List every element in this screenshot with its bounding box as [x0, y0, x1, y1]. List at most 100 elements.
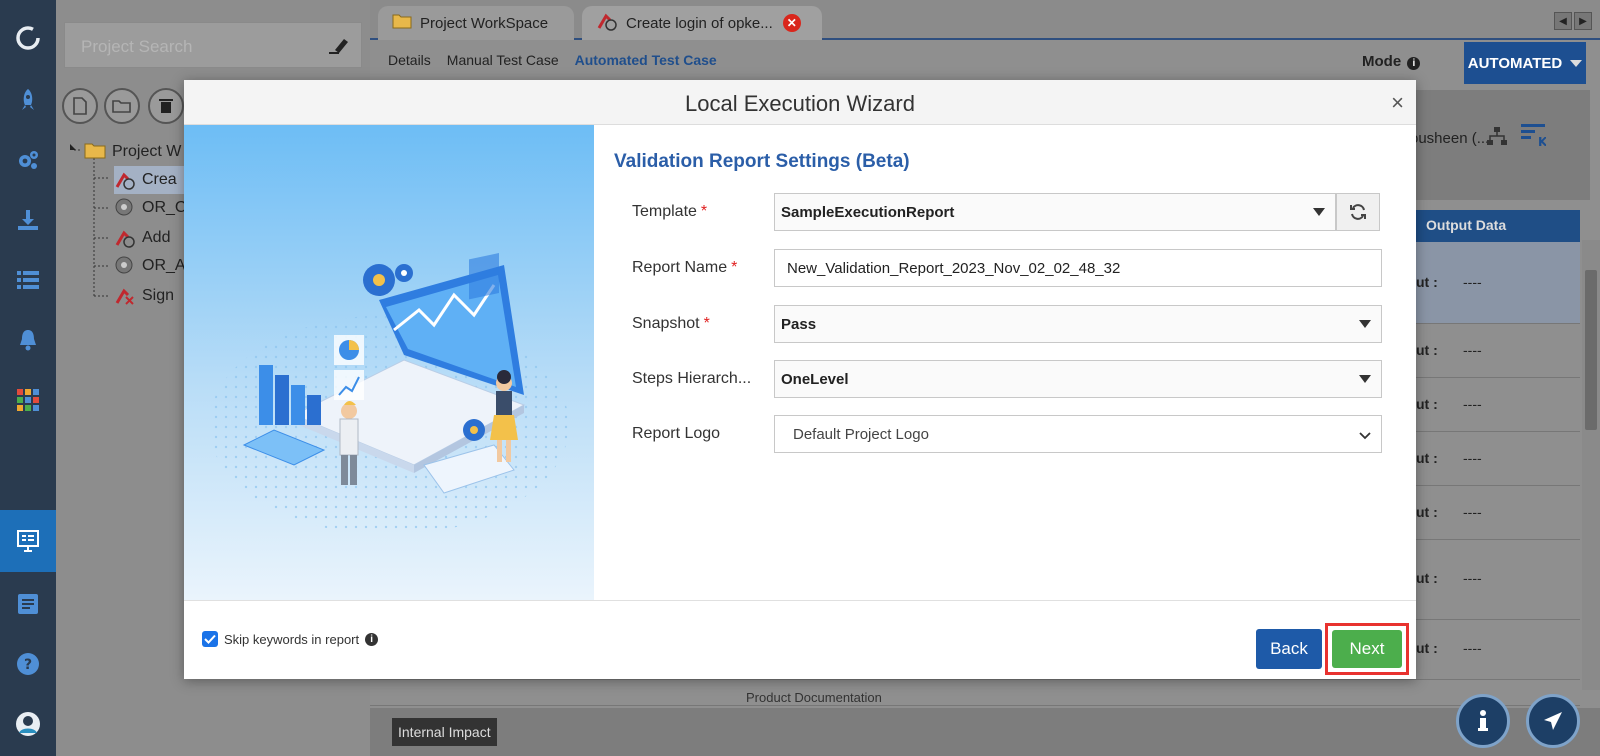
svg-text:K: K	[1538, 135, 1546, 148]
out-label: ut :	[1416, 504, 1438, 520]
grid-scrollbar[interactable]	[1582, 240, 1600, 690]
out-value: ----	[1463, 570, 1482, 586]
template-value: SampleExecutionReport	[781, 203, 955, 221]
tab-testcase[interactable]: Create login of opke... ✕	[582, 6, 822, 40]
info-icon[interactable]: i	[365, 632, 379, 646]
template-select[interactable]: SampleExecutionReport	[774, 193, 1336, 231]
download-icon[interactable]	[10, 202, 46, 238]
tab-bar: Project WorkSpace Create login of opke..…	[370, 0, 1600, 40]
out-label: ut :	[1416, 274, 1438, 290]
subtab-details[interactable]: Details	[388, 52, 431, 68]
gears-icon[interactable]	[10, 142, 46, 178]
out-value: ----	[1463, 274, 1482, 290]
open-folder-icon[interactable]	[104, 88, 140, 124]
logo-value: Default Project Logo	[793, 425, 929, 443]
report-name-value: New_Validation_Report_2023_Nov_02_02_48_…	[787, 259, 1121, 277]
out-value: ----	[1463, 342, 1482, 358]
label-text: Template	[632, 203, 697, 220]
subtab-automated[interactable]: Automated Test Case	[575, 52, 717, 68]
modal-body: Validation Report Settings (Beta) Templa…	[594, 125, 1416, 600]
skip-keywords-label: Skip keywords in report	[224, 631, 360, 647]
document-icon[interactable]	[10, 586, 46, 622]
tree-node-add[interactable]: Add	[114, 224, 170, 252]
report-name-input[interactable]: New_Validation_Report_2023_Nov_02_02_48_…	[774, 249, 1382, 287]
project-search-box[interactable]: Project Search	[64, 22, 362, 68]
modal-title: Local Execution Wizard	[685, 91, 915, 116]
arrow-right-icon[interactable]: ▶	[1574, 12, 1592, 30]
tree-node-or-c[interactable]: OR_C	[114, 194, 186, 222]
apps-grid-icon[interactable]	[10, 382, 46, 418]
local-execution-wizard-modal: Local Execution Wizard × Validation Repo…	[184, 80, 1416, 679]
caret-down-icon	[1570, 59, 1583, 67]
logo-icon[interactable]	[10, 20, 46, 56]
out-label: ut :	[1416, 450, 1438, 466]
close-icon[interactable]: ×	[1391, 90, 1404, 116]
keyword-view-icon[interactable]: K	[1520, 122, 1548, 151]
eraser-icon[interactable]	[327, 36, 349, 57]
partial-cell-text: Product Documentation	[746, 690, 882, 705]
template-label: Template *	[632, 203, 707, 221]
tree-node-or-a[interactable]: OR_A	[114, 252, 186, 280]
icon-rail: ?	[0, 0, 66, 756]
skip-keywords-option: Skip keywords in report i	[202, 631, 379, 647]
modal-footer: Skip keywords in report i Back Next	[184, 600, 1416, 679]
modal-header: Local Execution Wizard ×	[184, 80, 1416, 125]
next-button[interactable]: Next	[1332, 630, 1402, 668]
testcase-icon	[114, 169, 136, 191]
delete-icon[interactable]	[148, 88, 184, 124]
chevron-down-icon	[1359, 428, 1371, 445]
rocket-icon[interactable]	[10, 82, 46, 118]
caret-down-icon	[1313, 208, 1325, 216]
tab-label: Create login of opke...	[626, 14, 773, 32]
close-tab-icon[interactable]: ✕	[782, 14, 801, 32]
snapshot-select[interactable]: Pass	[774, 305, 1382, 343]
report-logo-select[interactable]: Default Project Logo	[774, 415, 1382, 453]
label-text: Snapshot	[632, 315, 700, 332]
new-file-icon[interactable]	[62, 88, 98, 124]
required-marker: *	[703, 315, 710, 332]
out-label: ut :	[1416, 396, 1438, 412]
next-button-highlight: Next	[1325, 623, 1409, 675]
steps-value: OneLevel	[781, 370, 849, 388]
caret-down-icon	[1359, 375, 1371, 383]
steps-hierarchy-label: Steps Hierarch...	[632, 370, 751, 388]
subtab-manual[interactable]: Manual Test Case	[447, 52, 559, 68]
help-icon[interactable]: ?	[10, 646, 46, 682]
report-logo-label: Report Logo	[632, 425, 720, 443]
report-name-label: Report Name *	[632, 259, 737, 277]
skip-keywords-checkbox[interactable]	[202, 631, 218, 647]
tree-node-root[interactable]: Project W	[84, 138, 181, 166]
scroll-thumb[interactable]	[1585, 270, 1597, 430]
tab-project-workspace[interactable]: Project WorkSpace	[378, 6, 574, 40]
list-icon[interactable]	[10, 262, 46, 298]
refresh-templates-button[interactable]	[1336, 193, 1380, 231]
caret-down-icon	[1359, 320, 1371, 328]
user-avatar-icon[interactable]	[10, 706, 46, 742]
steps-hierarchy-select[interactable]: OneLevel	[774, 360, 1382, 398]
bottom-bar	[370, 708, 1600, 756]
arrow-left-icon[interactable]: ◀	[1554, 12, 1572, 30]
gear-icon	[114, 197, 136, 219]
testcase-icon	[114, 227, 136, 249]
folder-icon	[84, 141, 106, 163]
bell-icon[interactable]	[10, 322, 46, 358]
plane-fab-icon[interactable]	[1526, 694, 1580, 748]
tree-node-label: Project W	[112, 143, 182, 160]
tab-label: Project WorkSpace	[420, 14, 549, 32]
search-placeholder: Project Search	[81, 37, 193, 56]
tree-node-sign[interactable]: Sign	[114, 282, 174, 310]
internal-impact-label[interactable]: Internal Impact	[392, 718, 497, 746]
label-text: Steps Hierarch...	[632, 370, 752, 387]
mode-value: AUTOMATED	[1467, 54, 1563, 72]
hierarchy-icon[interactable]	[1486, 126, 1508, 149]
presentation-icon[interactable]	[10, 523, 46, 559]
info-fab-icon[interactable]	[1456, 694, 1510, 748]
mode-dropdown[interactable]: AUTOMATED	[1464, 42, 1586, 84]
table-row[interactable]: Product Documentation	[370, 680, 1580, 706]
tree-node-label: Add	[142, 229, 171, 246]
info-icon[interactable]: i	[1407, 57, 1421, 70]
testcase-icon	[596, 11, 618, 35]
back-button[interactable]: Back	[1256, 629, 1322, 669]
laptop-analytics-illustration-icon	[209, 253, 569, 535]
out-label: ut :	[1416, 570, 1438, 586]
